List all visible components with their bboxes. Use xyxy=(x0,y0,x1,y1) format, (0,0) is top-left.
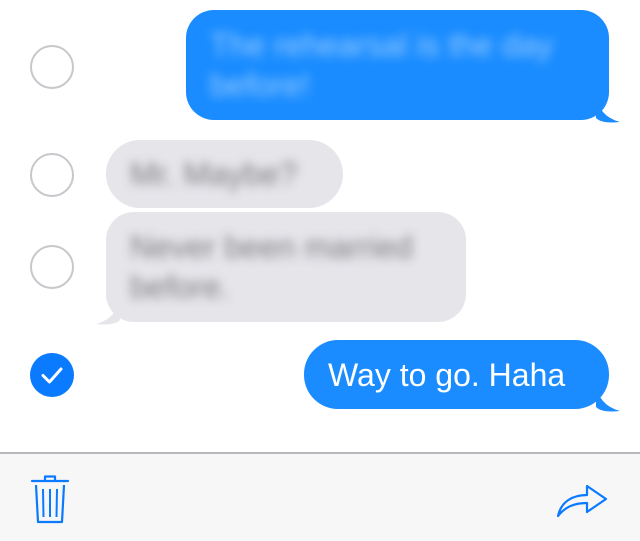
bubble-tail xyxy=(596,94,620,123)
message-text: Never been married before. xyxy=(130,229,413,305)
select-circle-message-2[interactable] xyxy=(30,153,74,197)
bubble-tail xyxy=(96,296,120,325)
message-text: Mr. Maybe? xyxy=(130,156,298,192)
message-text: The rehearsal is the day before! xyxy=(210,27,554,103)
message-bubble-sent-1[interactable]: The rehearsal is the day before! xyxy=(186,10,609,120)
select-circle-message-4[interactable] xyxy=(30,353,74,397)
bubble-tail xyxy=(596,383,620,412)
message-bubble-sent-4[interactable]: Way to go. Haha xyxy=(304,340,609,409)
select-circle-message-1[interactable] xyxy=(30,45,74,89)
forward-arrow-icon xyxy=(556,484,608,518)
delete-button[interactable] xyxy=(28,474,72,526)
trash-icon xyxy=(30,475,70,524)
message-selection-screen: The rehearsal is the day before! Mr. May… xyxy=(0,0,640,541)
message-bubble-received-2[interactable]: Mr. Maybe? xyxy=(106,140,343,208)
forward-button[interactable] xyxy=(554,478,610,522)
message-bubble-received-3[interactable]: Never been married before. xyxy=(106,212,466,322)
select-circle-message-3[interactable] xyxy=(30,245,74,289)
checkmark-icon xyxy=(41,367,63,384)
bottom-toolbar xyxy=(0,452,640,541)
message-text: Way to go. Haha xyxy=(328,356,566,393)
